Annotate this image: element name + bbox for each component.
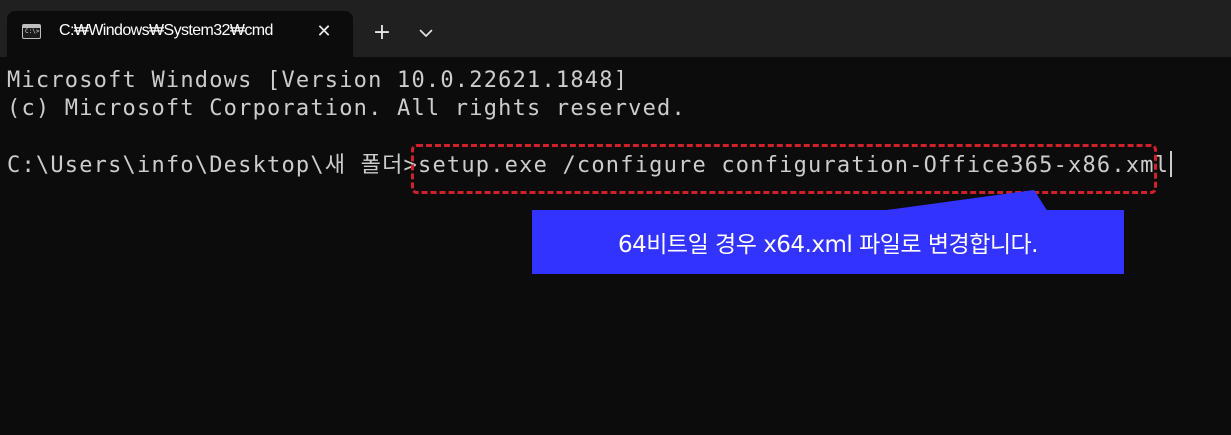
callout-note: 64비트일 경우 x64.xml 파일로 변경합니다. bbox=[532, 210, 1124, 274]
callout-text: 64비트일 경우 x64.xml 파일로 변경합니다. bbox=[618, 232, 1039, 258]
terminal-window: C:\> C:₩Windows₩System32₩cmd ✕ + Microso… bbox=[0, 0, 1231, 435]
